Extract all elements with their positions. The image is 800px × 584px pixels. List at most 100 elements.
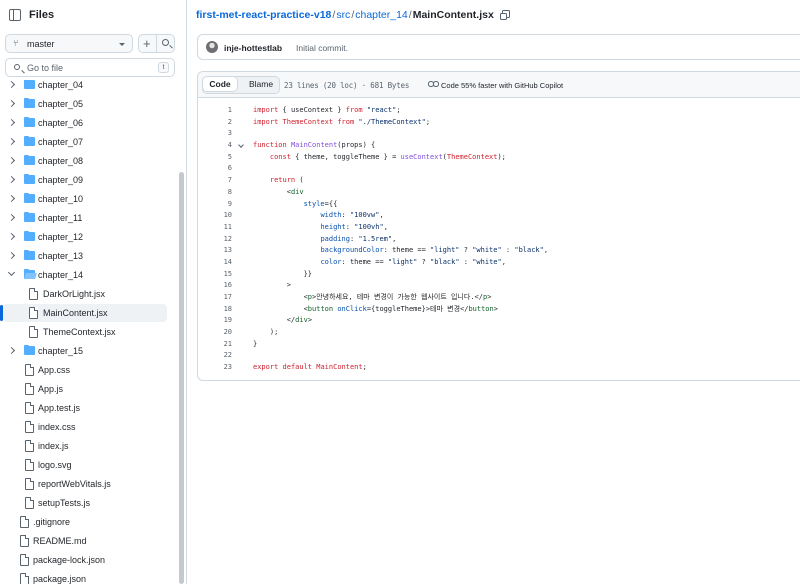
search-files-button[interactable]: [156, 34, 175, 53]
chevron-right-icon[interactable]: [7, 99, 16, 108]
code-line: 4 function MainContent(props) {: [198, 140, 800, 152]
code-line: 7 return (: [198, 175, 800, 187]
line-number[interactable]: 3: [198, 128, 232, 140]
line-number[interactable]: 22: [198, 350, 232, 362]
breadcrumb-separator: /: [408, 9, 412, 21]
tree-file-item[interactable]: App.css: [0, 361, 170, 379]
code-line: 15 }}: [198, 269, 800, 281]
tree-folder-item[interactable]: chapter_15: [0, 342, 170, 360]
line-number[interactable]: 4: [198, 140, 232, 152]
chevron-right-icon[interactable]: [7, 346, 16, 355]
code-tab[interactable]: Code: [202, 76, 238, 92]
tree-folder-item[interactable]: chapter_09: [0, 171, 170, 189]
code-line: 10 width: "100vw",: [198, 210, 800, 222]
tree-file-item[interactable]: .gitignore: [0, 513, 170, 531]
chevron-right-icon[interactable]: [7, 118, 16, 127]
line-number[interactable]: 7: [198, 175, 232, 187]
chevron-right-icon[interactable]: [7, 232, 16, 241]
tree-file-item[interactable]: index.css: [0, 418, 170, 436]
line-number[interactable]: 16: [198, 280, 232, 292]
tree-folder-item[interactable]: chapter_10: [0, 190, 170, 208]
tree-file-item[interactable]: setupTests.js: [0, 494, 170, 512]
tree-file-item[interactable]: App.js: [0, 380, 170, 398]
code-text: color: theme == "light" ? "black" : "whi…: [320, 257, 506, 266]
tree-file-item[interactable]: index.js: [0, 437, 170, 455]
folder-icon: [24, 116, 35, 127]
line-number[interactable]: 23: [198, 362, 232, 374]
branch-selector[interactable]: ⑂ master: [5, 34, 133, 53]
line-number[interactable]: 8: [198, 187, 232, 199]
breadcrumb-chapter-link[interactable]: chapter_14: [355, 9, 408, 21]
tree-item-label: App.js: [38, 384, 64, 394]
tree-item-label: ThemeContext.jsx: [43, 327, 116, 337]
line-number[interactable]: 15: [198, 269, 232, 281]
view-mode-toggle: Code Blame: [202, 76, 280, 94]
commit-message[interactable]: Initial commit.: [296, 43, 348, 53]
tree-file-item[interactable]: MainContent.jsx: [0, 304, 167, 322]
tree-folder-item[interactable]: chapter_08: [0, 152, 170, 170]
copy-path-icon[interactable]: [499, 10, 510, 20]
line-number[interactable]: 13: [198, 245, 232, 257]
chevron-right-icon[interactable]: [7, 194, 16, 203]
file-viewer: Code Blame 23 lines (20 loc) · 681 Bytes…: [197, 71, 800, 381]
code-line: 8 <div: [198, 187, 800, 199]
chevron-right-icon[interactable]: [7, 213, 16, 222]
breadcrumb-repo-link[interactable]: first-met-react-practice-v18: [196, 9, 331, 21]
line-number[interactable]: 21: [198, 339, 232, 351]
sidebar-scrollbar[interactable]: [178, 80, 185, 584]
tree-folder-item[interactable]: chapter_14: [0, 266, 170, 284]
line-number[interactable]: 18: [198, 304, 232, 316]
scrollbar-thumb[interactable]: [179, 172, 184, 584]
chevron-right-icon[interactable]: [7, 137, 16, 146]
tree-item-label: chapter_08: [38, 156, 84, 166]
breadcrumb-src-link[interactable]: src: [336, 9, 350, 21]
code-line: 2 import ThemeContext from "./ThemeContex…: [198, 117, 800, 129]
chevron-right-icon[interactable]: [7, 80, 16, 89]
line-number[interactable]: 17: [198, 292, 232, 304]
add-file-button[interactable]: +: [138, 34, 157, 53]
line-number[interactable]: 10: [198, 210, 232, 222]
line-number[interactable]: 2: [198, 117, 232, 129]
fold-chevron-icon[interactable]: [238, 142, 244, 148]
tree-folder-item[interactable]: chapter_07: [0, 133, 170, 151]
tree-file-item[interactable]: package.json: [0, 570, 170, 584]
line-number[interactable]: 20: [198, 327, 232, 339]
tree-item-label: logo.svg: [38, 460, 72, 470]
folder-icon: [24, 97, 35, 108]
commit-author[interactable]: inje-hottestlab: [224, 43, 282, 53]
chevron-down-icon[interactable]: [7, 268, 16, 277]
blame-tab[interactable]: Blame: [243, 77, 279, 93]
tree-file-item[interactable]: DarkOrLight.jsx: [0, 285, 170, 303]
tree-item-label: MainContent.jsx: [43, 308, 108, 318]
code-line: 5 const { theme, toggleTheme } = useCont…: [198, 152, 800, 164]
tree-file-item[interactable]: logo.svg: [0, 456, 170, 474]
chevron-right-icon[interactable]: [7, 175, 16, 184]
tree-folder-item[interactable]: chapter_06: [0, 114, 170, 132]
chevron-right-icon[interactable]: [7, 156, 16, 165]
tree-file-item[interactable]: reportWebVitals.js: [0, 475, 170, 493]
line-number[interactable]: 12: [198, 234, 232, 246]
tree-file-item[interactable]: README.md: [0, 532, 170, 550]
line-number[interactable]: 5: [198, 152, 232, 164]
collapse-sidebar-icon[interactable]: [9, 9, 21, 21]
line-number[interactable]: 14: [198, 257, 232, 269]
tree-folder-item[interactable]: chapter_05: [0, 95, 170, 113]
line-number[interactable]: 9: [198, 199, 232, 211]
avatar[interactable]: [206, 41, 218, 53]
line-number[interactable]: 11: [198, 222, 232, 234]
tree-file-item[interactable]: ThemeContext.jsx: [0, 323, 170, 341]
line-number[interactable]: 1: [198, 105, 232, 117]
chevron-right-icon[interactable]: [7, 251, 16, 260]
go-to-file-input[interactable]: Go to file t: [5, 58, 175, 77]
file-tree-sidebar: Files ⑂ master + Go to file t chapter_04…: [0, 0, 187, 584]
tree-folder-item[interactable]: chapter_04: [0, 80, 170, 94]
line-number[interactable]: 6: [198, 163, 232, 175]
tree-folder-item[interactable]: chapter_13: [0, 247, 170, 265]
file-icon: [20, 535, 29, 547]
tree-folder-item[interactable]: chapter_12: [0, 228, 170, 246]
line-number[interactable]: 19: [198, 315, 232, 327]
tree-file-item[interactable]: App.test.js: [0, 399, 170, 417]
copilot-promo-link[interactable]: Code 55% faster with GitHub Copilot: [441, 81, 563, 90]
tree-folder-item[interactable]: chapter_11: [0, 209, 170, 227]
tree-file-item[interactable]: package-lock.json: [0, 551, 170, 569]
